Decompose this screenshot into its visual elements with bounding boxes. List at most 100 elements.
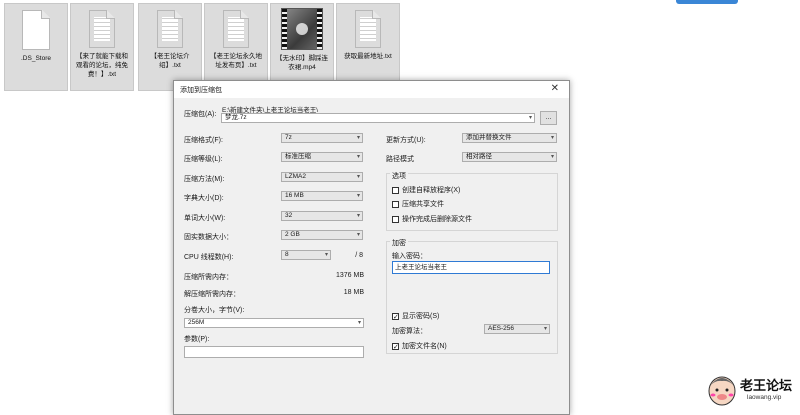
params-input[interactable] — [184, 346, 364, 358]
chevron-down-icon: ▾ — [356, 193, 360, 199]
text-file-icon — [157, 10, 183, 48]
browse-button[interactable]: ... — [540, 111, 557, 125]
encrypt-names-label: 加密文件名(N) — [402, 343, 447, 350]
delete-source-label: 操作完成后删除源文件 — [402, 216, 472, 223]
word-select[interactable]: 32 ▾ — [281, 211, 363, 221]
top-blue-button[interactable] — [676, 0, 738, 4]
method-select[interactable]: LZMA2 ▾ — [281, 172, 363, 182]
split-label: 分卷大小，字节(V): — [184, 307, 245, 314]
text-file-icon — [89, 10, 115, 48]
level-label: 压缩等级(L): — [184, 156, 223, 163]
solid-select[interactable]: 2 GB ▾ — [281, 230, 363, 240]
archive-name-value: 梦龙.7z — [225, 114, 247, 121]
solid-value: 2 GB — [285, 231, 300, 238]
level-select[interactable]: 标准压缩 ▾ — [281, 152, 363, 162]
chevron-down-icon: ▾ — [356, 174, 360, 180]
encrypt-title: 加密 — [390, 238, 408, 248]
mem-compress-label: 压缩所需内存： — [184, 274, 233, 281]
text-file-icon — [355, 10, 381, 48]
path-select[interactable]: 相对路径 ▾ — [462, 152, 557, 162]
close-icon[interactable]: ✕ — [551, 83, 559, 94]
update-select[interactable]: 添加并替换文件 ▾ — [462, 133, 557, 143]
show-password-checkbox[interactable]: ✓ 显示密码(S) — [392, 311, 439, 321]
sfx-label: 创建自释放程序(X) — [402, 187, 461, 194]
watermark-logo: 老王论坛 laowang.vip — [707, 370, 797, 410]
format-label: 压缩格式(F): — [184, 137, 223, 144]
format-select[interactable]: 7z ▾ — [281, 133, 363, 143]
threads-value: 8 — [285, 251, 289, 258]
format-value: 7z — [285, 134, 292, 141]
split-combo[interactable]: 256M ▾ — [184, 318, 364, 328]
file-icon-txt-1[interactable]: 【来了就能下载和观看的论坛，纯免费！】.txt — [70, 3, 134, 91]
shared-checkbox[interactable]: 压缩共享文件 — [392, 199, 444, 209]
checkbox-box: ✓ — [392, 312, 399, 321]
dict-select[interactable]: 16 MB ▾ — [281, 191, 363, 201]
mem-decompress-value: 18 MB — [343, 289, 364, 296]
watermark-url: laowang.vip — [747, 394, 782, 401]
delete-source-checkbox[interactable]: 操作完成后删除源文件 — [392, 214, 472, 224]
checkbox-box — [392, 186, 399, 194]
archive-name-combo[interactable]: 梦龙.7z ▾ — [221, 113, 535, 123]
encrypt-method-label: 加密算法： — [392, 328, 427, 335]
password-label: 输入密码： — [392, 253, 427, 260]
chevron-down-icon: ▾ — [356, 213, 360, 219]
checkbox-box: ✓ — [392, 342, 399, 351]
chevron-down-icon: ▾ — [324, 252, 328, 258]
password-input[interactable]: 上老王论坛当老王 — [392, 261, 550, 274]
file-icon-txt-4[interactable]: 获取最新地址.txt — [336, 3, 400, 91]
update-label: 更新方式(U): — [386, 137, 426, 144]
shared-label: 压缩共享文件 — [402, 201, 444, 208]
chevron-down-icon: ▾ — [543, 326, 547, 332]
path-label: 路径模式 — [386, 156, 414, 163]
method-value: LZMA2 — [285, 173, 306, 180]
file-icon-txt-2[interactable]: 【老王论坛介绍】.txt — [138, 3, 202, 91]
params-label: 参数(P): — [184, 336, 210, 343]
split-value: 256M — [188, 319, 205, 326]
file-icon-ds-store[interactable]: .DS_Store — [4, 3, 68, 91]
file-icon-txt-3[interactable]: 【老王论坛永久地址发布页】.txt — [204, 3, 268, 91]
chevron-down-icon: ▾ — [550, 135, 554, 141]
chevron-down-icon: ▾ — [550, 154, 554, 160]
encrypt-names-checkbox[interactable]: ✓ 加密文件名(N) — [392, 341, 447, 351]
sfx-checkbox[interactable]: 创建自释放程序(X) — [392, 185, 460, 195]
method-label: 压缩方法(M): — [184, 176, 225, 183]
checkbox-box — [392, 215, 399, 223]
encrypt-method-select[interactable]: AES-256 ▾ — [484, 324, 550, 334]
file-name: 【老王论坛介绍】.txt — [150, 53, 190, 69]
show-password-label: 显示密码(S) — [402, 313, 440, 320]
level-value: 标准压缩 — [285, 153, 311, 160]
dict-value: 16 MB — [285, 192, 304, 199]
file-name: 【来了就能下载和观看的论坛，纯免费！】.txt — [76, 53, 128, 78]
dialog-title: 添加到压缩包 — [180, 87, 222, 94]
add-to-archive-dialog: 添加到压缩包 ✕ 压缩包(A): E:\新建文件夹\上老王论坛当老王\ 梦龙.7… — [173, 80, 570, 415]
chevron-down-icon: ▾ — [356, 232, 360, 238]
solid-label: 固实数据大小： — [184, 234, 233, 241]
file-name: 【无水印】脚踩连衣裙.mp4 — [276, 55, 328, 71]
dialog-titlebar: 添加到压缩包 ✕ — [174, 81, 569, 98]
path-value: 相对路径 — [466, 153, 492, 160]
video-thumbnail-icon — [281, 8, 323, 50]
update-value: 添加并替换文件 — [466, 134, 512, 141]
mem-decompress-label: 解压缩所需内存： — [184, 291, 240, 298]
mem-compress-value: 1376 MB — [335, 272, 364, 279]
threads-total: / 8 — [355, 252, 363, 259]
chevron-down-icon: ▾ — [356, 154, 360, 160]
avatar-icon — [708, 376, 736, 406]
word-value: 32 — [285, 212, 293, 219]
file-name: 获取最新地址.txt — [344, 53, 392, 60]
chevron-down-icon: ▾ — [357, 320, 361, 326]
checkbox-box — [392, 200, 399, 208]
file-icon-video[interactable]: 【无水印】脚踩连衣裙.mp4 — [270, 3, 334, 91]
text-file-icon — [223, 10, 249, 48]
options-title: 选项 — [390, 171, 408, 181]
file-name: .DS_Store — [21, 55, 51, 62]
threads-select[interactable]: 8 ▾ — [281, 250, 331, 260]
encrypt-method-value: AES-256 — [488, 325, 515, 332]
threads-label: CPU 线程数(H): — [184, 254, 234, 261]
chevron-down-icon: ▾ — [528, 115, 532, 121]
dict-label: 字典大小(D): — [184, 195, 224, 202]
file-name: 【老王论坛永久地址发布页】.txt — [210, 53, 262, 69]
watermark-title: 老王论坛 — [740, 378, 793, 393]
word-label: 单词大小(W): — [184, 215, 226, 222]
chevron-down-icon: ▾ — [356, 135, 360, 141]
